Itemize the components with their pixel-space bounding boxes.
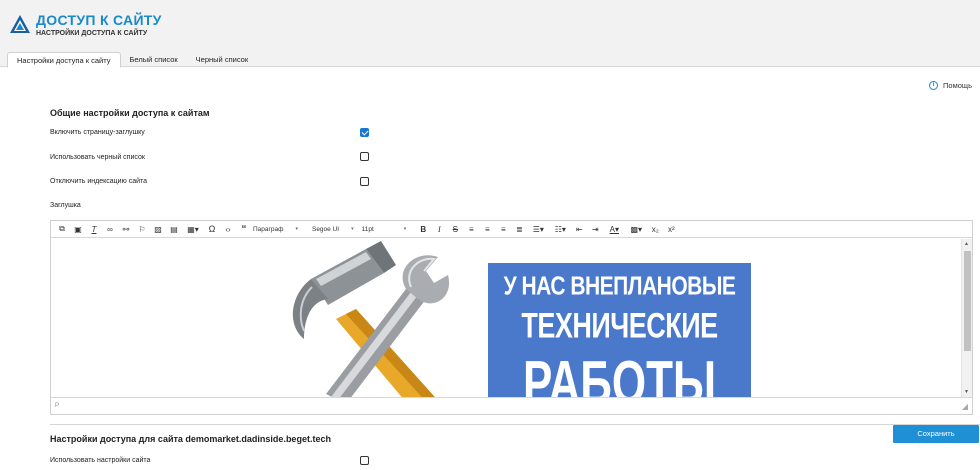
- italic-icon[interactable]: I: [432, 222, 446, 236]
- superscript-icon[interactable]: x²: [664, 222, 678, 236]
- scroll-thumb[interactable]: [964, 251, 971, 351]
- help-label: Помощь: [943, 81, 972, 90]
- link-icon[interactable]: ∞: [103, 222, 117, 236]
- app-logo-icon: [10, 15, 30, 33]
- editor-toolbar: ⧉ ▣ T ∞ ⚯ ⚐ ▨ ▤ ▦▾ Ω ‹› “ Параграф ▾ Sego…: [51, 221, 972, 238]
- hammer-wrench-image: [292, 241, 450, 397]
- resize-handle-icon[interactable]: ◢: [962, 402, 968, 411]
- code-icon[interactable]: ‹›: [221, 222, 235, 236]
- image-icon[interactable]: ▨: [151, 222, 165, 236]
- disable-indexing-label: Отключить индексацию сайта: [50, 178, 148, 185]
- scroll-down-icon[interactable]: ▼: [964, 389, 969, 395]
- tab-whitelist[interactable]: Белый список: [121, 52, 187, 67]
- use-blacklist-checkbox[interactable]: [360, 152, 369, 161]
- info-icon: i: [929, 81, 939, 90]
- page-subtitle: НАСТРОЙКИ ДОСТУПА К САЙТУ: [36, 30, 148, 37]
- use-site-settings-checkbox[interactable]: [360, 456, 369, 465]
- text-color-icon[interactable]: A▾: [604, 222, 624, 236]
- scroll-up-icon[interactable]: ▲: [964, 241, 969, 247]
- numbered-list-icon[interactable]: ☷▾: [550, 222, 570, 236]
- save-button[interactable]: Сохранить: [893, 425, 979, 443]
- editor-content[interactable]: У НАС ВНЕПЛАНОВЫЕ ТЕХНИЧЕСКИЕ РАБОТЫ: [51, 239, 962, 397]
- unlink-icon[interactable]: ⚯: [119, 222, 133, 236]
- font-select[interactable]: Segoe UI ▾: [312, 226, 354, 233]
- size-select[interactable]: 11pt ▾: [362, 226, 407, 233]
- tab-blacklist[interactable]: Черный список: [187, 52, 257, 67]
- bookmark-icon[interactable]: ⚐: [135, 222, 149, 236]
- align-left-icon[interactable]: ≡: [464, 222, 478, 236]
- disable-indexing-checkbox[interactable]: [360, 177, 369, 186]
- table-icon[interactable]: ▦▾: [183, 222, 203, 236]
- site-settings-title: Настройки доступа для сайта demomarket.d…: [50, 434, 331, 444]
- rich-text-editor[interactable]: ⧉ ▣ T ∞ ⚯ ⚐ ▨ ▤ ▦▾ Ω ‹› “ Параграф ▾ Sego…: [50, 220, 973, 415]
- banner-line-2: ТЕХНИЧЕСКИЕ: [521, 306, 718, 346]
- general-settings-title: Общие настройки доступа к сайтам: [50, 108, 210, 118]
- element-path: P: [55, 403, 60, 409]
- align-center-icon[interactable]: ≡: [480, 222, 494, 236]
- quote-icon[interactable]: “: [237, 222, 251, 236]
- page-header: ДОСТУП К САЙТУ НАСТРОЙКИ ДОСТУПА К САЙТУ…: [0, 0, 980, 68]
- subscript-icon[interactable]: x₂: [648, 222, 662, 236]
- align-right-icon[interactable]: ≡: [496, 222, 510, 236]
- banner-line-1: У НАС ВНЕПЛАНОВЫЕ: [503, 272, 736, 301]
- indent-icon[interactable]: ⇥: [588, 222, 602, 236]
- enable-stub-checkbox[interactable]: [360, 128, 369, 137]
- clear-format-icon[interactable]: T: [87, 222, 101, 236]
- media-icon[interactable]: ▤: [167, 222, 181, 236]
- use-site-settings-label: Использовать настройки сайта: [50, 457, 151, 464]
- background-color-icon[interactable]: ▩▾: [626, 222, 646, 236]
- bullet-list-icon[interactable]: ☰▾: [528, 222, 548, 236]
- section-divider: [50, 424, 980, 425]
- maintenance-banner: У НАС ВНЕПЛАНОВЫЕ ТЕХНИЧЕСКИЕ РАБОТЫ: [488, 263, 751, 397]
- use-blacklist-label: Использовать черный список: [50, 154, 145, 161]
- tab-access-settings[interactable]: Настройки доступа к сайту: [7, 52, 121, 68]
- page-title: ДОСТУП К САЙТУ: [36, 12, 162, 28]
- bold-icon[interactable]: B: [416, 222, 430, 236]
- paste-icon[interactable]: ▣: [71, 222, 85, 236]
- enable-stub-label: Включить страницу-заглушку: [50, 129, 145, 136]
- editor-statusbar: P ◢: [51, 397, 972, 414]
- banner-line-3: РАБОТЫ: [522, 349, 717, 397]
- stub-label: Заглушка: [50, 202, 81, 209]
- strikethrough-icon[interactable]: S: [448, 222, 462, 236]
- help-link[interactable]: i Помощь: [929, 81, 972, 90]
- paragraph-select[interactable]: Параграф ▾: [253, 226, 298, 233]
- special-char-icon[interactable]: Ω: [205, 222, 219, 236]
- outdent-icon[interactable]: ⇤: [572, 222, 586, 236]
- tab-bar: Настройки доступа к сайту Белый список Ч…: [7, 52, 257, 68]
- copy-icon[interactable]: ⧉: [55, 222, 69, 236]
- editor-scrollbar[interactable]: ▲ ▼: [961, 239, 972, 397]
- align-justify-icon[interactable]: ≣: [512, 222, 526, 236]
